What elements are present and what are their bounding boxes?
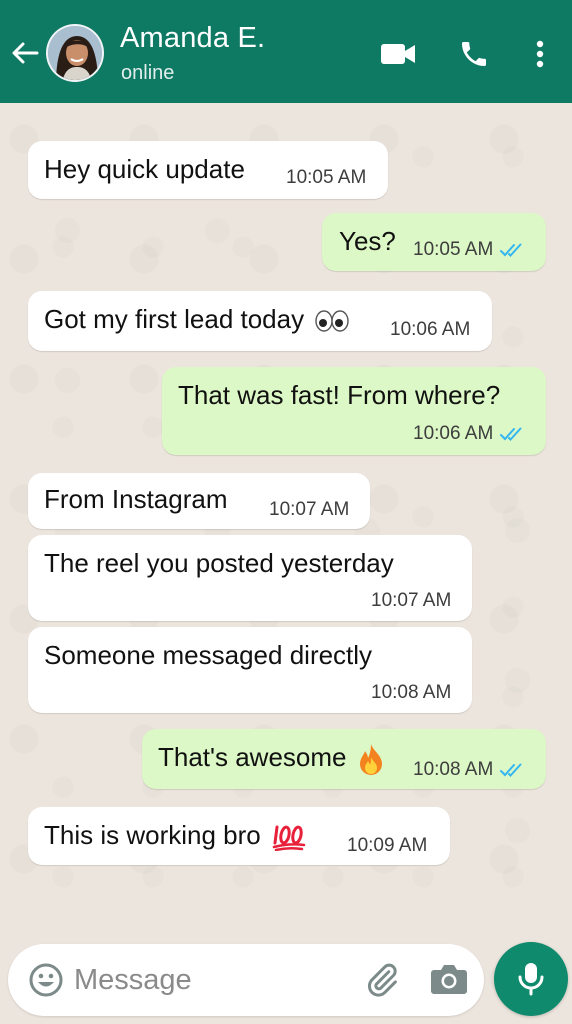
message-bubble-outgoing[interactable]: Yes? 10:05 AM	[322, 213, 546, 271]
attachment-icon[interactable]	[364, 962, 400, 998]
video-call-icon[interactable]	[378, 34, 418, 74]
message-text-content: Got my first lead today	[44, 304, 305, 334]
microphone-icon	[518, 963, 544, 996]
message-bubble-incoming[interactable]: Got my first lead today 10:06 AM	[28, 291, 492, 351]
message-time: 10:06 AM	[413, 423, 494, 444]
voice-call-icon[interactable]	[454, 34, 494, 74]
hundred-points-emoji-icon	[272, 825, 306, 852]
message-meta: 10:07 AM	[269, 499, 349, 521]
chat-header: Amanda E. online	[0, 0, 572, 103]
read-receipt-icon	[500, 243, 522, 257]
eyes-emoji-icon	[315, 310, 350, 332]
message-bubble-outgoing[interactable]: That was fast! From where? 10:06 AM	[162, 367, 546, 455]
message-bubble-incoming[interactable]: Someone messaged directly 10:08 AM	[28, 627, 472, 713]
message-bubble-incoming[interactable]: From Instagram 10:07 AM	[28, 473, 370, 529]
message-meta: 10:07 AM	[371, 590, 451, 612]
message-time: 10:07 AM	[269, 499, 350, 520]
message-bubble-incoming[interactable]: Hey quick update 10:05 AM	[28, 141, 388, 199]
message-text-content: That's awesome	[158, 742, 347, 772]
emoji-icon[interactable]	[28, 962, 64, 998]
message-meta: 10:06 AM	[413, 423, 525, 445]
message-text: Hey quick update	[44, 154, 245, 184]
message-meta: 10:08 AM	[413, 759, 525, 781]
message-meta: 10:08 AM	[371, 682, 451, 704]
back-arrow-icon[interactable]	[10, 38, 40, 68]
message-bubble-outgoing[interactable]: That's awesome 10:08 AM	[142, 729, 546, 789]
message-text: The reel you posted yesterday	[44, 548, 394, 578]
message-time: 10:08 AM	[371, 682, 452, 703]
message-time: 10:06 AM	[390, 319, 471, 340]
message-time: 10:08 AM	[413, 759, 494, 780]
microphone-button[interactable]	[494, 942, 568, 1016]
fire-emoji-icon	[359, 744, 382, 776]
camera-icon[interactable]	[430, 962, 468, 998]
read-receipt-icon	[500, 427, 522, 441]
message-time: 10:07 AM	[371, 590, 452, 611]
message-time: 10:05 AM	[413, 239, 494, 260]
message-time: 10:09 AM	[347, 835, 428, 856]
message-text: Yes?	[339, 226, 396, 256]
message-text: Someone messaged directly	[44, 640, 373, 670]
message-bubble-incoming[interactable]: This is working bro 10:09 AM	[28, 807, 450, 865]
chat-area[interactable]: Hey quick update 10:05 AM Yes? 10:05 AM …	[0, 103, 572, 1024]
read-receipt-icon	[500, 763, 522, 777]
message-composer	[8, 944, 484, 1016]
message-text: This is working bro	[44, 819, 306, 852]
message-meta: 10:06 AM	[390, 319, 470, 341]
avatar[interactable]	[46, 24, 104, 82]
message-bubble-incoming[interactable]: The reel you posted yesterday 10:07 AM	[28, 535, 472, 621]
message-text: That was fast! From where?	[178, 380, 501, 410]
message-time: 10:05 AM	[286, 167, 367, 188]
contact-name[interactable]: Amanda E.	[120, 22, 265, 55]
message-text: Got my first lead today	[44, 303, 350, 335]
message-meta: 10:05 AM	[413, 239, 525, 261]
message-meta: 10:09 AM	[347, 835, 427, 857]
contact-status: online	[121, 62, 175, 84]
message-meta: 10:05 AM	[286, 167, 366, 189]
more-options-icon[interactable]	[526, 34, 554, 74]
message-input[interactable]	[74, 958, 354, 1002]
message-text-content: This is working bro	[44, 820, 261, 850]
message-text: From Instagram	[44, 484, 228, 514]
message-text: That's awesome	[158, 741, 384, 776]
